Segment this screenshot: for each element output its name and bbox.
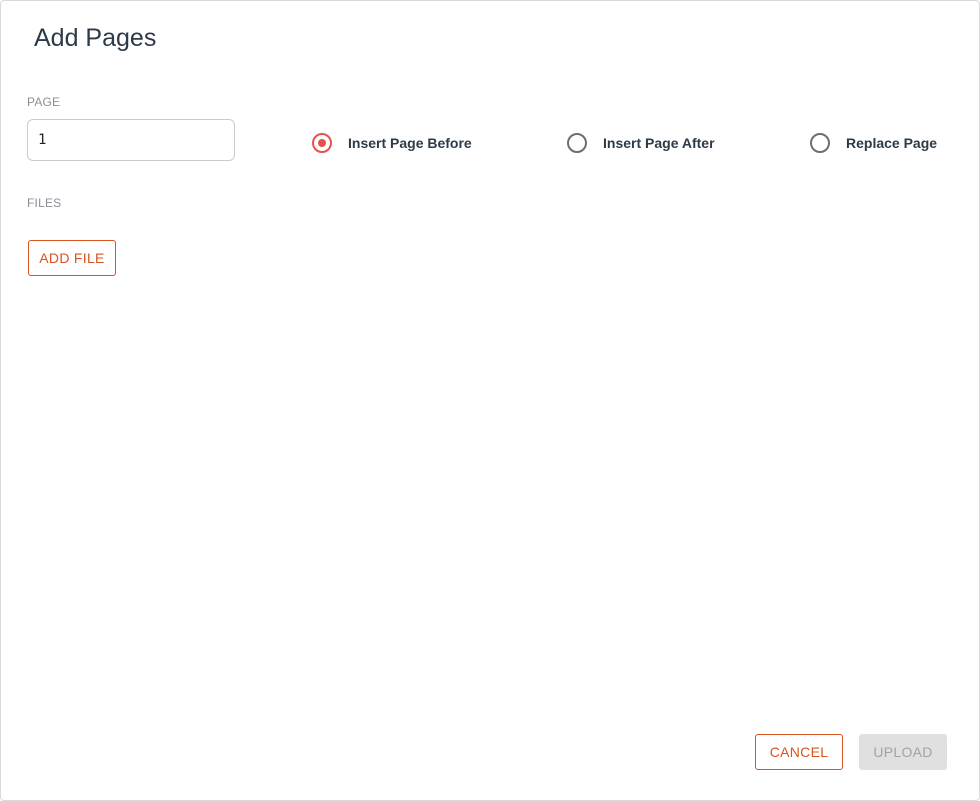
page-label: PAGE xyxy=(27,95,61,109)
add-pages-dialog: Add Pages PAGE Insert Page Before Insert… xyxy=(0,0,980,801)
radio-label-insert-before: Insert Page Before xyxy=(348,135,472,151)
dialog-title: Add Pages xyxy=(34,24,157,52)
page-number-input[interactable] xyxy=(27,119,235,161)
radio-unchecked-icon[interactable] xyxy=(810,133,830,153)
upload-button[interactable]: UPLOAD xyxy=(859,734,947,770)
cancel-button[interactable]: CANCEL xyxy=(755,734,843,770)
radio-label-insert-after: Insert Page After xyxy=(603,135,715,151)
files-label: FILES xyxy=(27,196,62,210)
radio-insert-page-after[interactable]: Insert Page After xyxy=(567,132,715,154)
radio-label-replace: Replace Page xyxy=(846,135,938,151)
radio-checked-icon[interactable] xyxy=(312,133,332,153)
radio-replace-page[interactable]: Replace Page xyxy=(810,132,937,154)
radio-insert-page-before[interactable]: Insert Page Before xyxy=(312,132,472,154)
add-file-button[interactable]: ADD FILE xyxy=(28,240,116,276)
radio-unchecked-icon[interactable] xyxy=(567,133,587,153)
